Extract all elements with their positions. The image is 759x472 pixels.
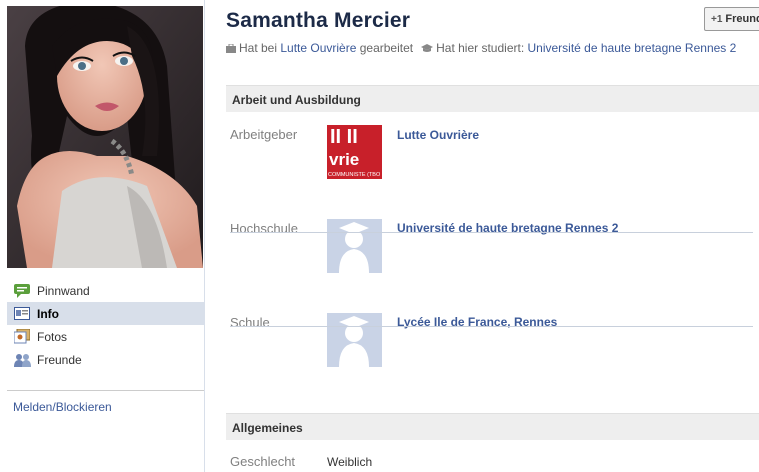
main-content: Samantha Mercier +1 Freund Hat bei Lutte…: [205, 0, 759, 472]
sidebar-item-label: Info: [37, 306, 59, 321]
add-friend-icon: +1: [711, 13, 723, 25]
friends-icon: [13, 352, 31, 368]
section-header-general: Allgemeines: [226, 413, 759, 440]
photos-icon: [13, 329, 31, 345]
study-prefix: Hat hier studiert:: [436, 41, 528, 55]
profile-photo-illustration: [7, 6, 203, 268]
employer-link[interactable]: Lutte Ouvrière: [397, 128, 479, 142]
sidebar-item-label: Fotos: [37, 329, 68, 344]
work-suffix: gearbeitet: [356, 41, 414, 55]
profile-summary: Hat bei Lutte Ouvrière gearbeitet Hat hi…: [226, 40, 759, 57]
svg-text:II II: II II: [330, 126, 358, 148]
left-column: Pinnwand Info Fotos Freunde Melden/Block…: [0, 0, 205, 472]
graduation-placeholder-icon: [327, 313, 382, 367]
sidebar-item-friends[interactable]: Freunde: [7, 348, 204, 371]
sidebar-item-photos[interactable]: Fotos: [7, 325, 204, 348]
svg-text:COMMUNISTE (TBO: COMMUNISTE (TBO: [328, 172, 381, 178]
work-prefix: Hat bei: [239, 41, 281, 55]
study-place-link[interactable]: Université de haute bretagne Rennes 2: [528, 41, 737, 55]
profile-name: Samantha Mercier: [226, 9, 411, 32]
sidebar-item-wall[interactable]: Pinnwand: [7, 279, 204, 302]
row-divider: [230, 232, 753, 233]
graduation-cap-icon: [421, 41, 434, 57]
employer-label: Arbeitgeber: [230, 127, 298, 142]
college-placeholder-image[interactable]: [327, 219, 382, 273]
row-divider: [230, 326, 753, 327]
sidebar-item-info[interactable]: Info: [7, 302, 204, 325]
sidebar-item-label: Freunde: [37, 352, 82, 367]
work-place-link[interactable]: Lutte Ouvrière: [280, 41, 356, 55]
graduation-placeholder-icon: [327, 219, 382, 273]
info-icon: [13, 306, 31, 322]
sidebar-divider: [7, 390, 204, 391]
wall-icon: [13, 283, 31, 299]
school-placeholder-image[interactable]: [327, 313, 382, 367]
add-friend-button[interactable]: +1 Freund: [704, 7, 759, 31]
add-friend-label: Freund: [725, 13, 759, 25]
college-label: Hochschule: [230, 221, 298, 236]
sidebar-nav: Pinnwand Info Fotos Freunde: [7, 279, 204, 371]
svg-text:vrie: vrie: [329, 150, 359, 169]
section-header-work-education: Arbeit und Ausbildung: [226, 85, 759, 112]
profile-picture[interactable]: [7, 6, 203, 268]
briefcase-icon: [226, 41, 236, 57]
school-label: Schule: [230, 315, 270, 330]
employer-logo[interactable]: II II vrie COMMUNISTE (TBO: [327, 125, 382, 179]
sidebar-item-label: Pinnwand: [37, 283, 90, 298]
gender-value: Weiblich: [327, 455, 373, 469]
report-block-link[interactable]: Melden/Blockieren: [13, 400, 112, 414]
gender-label: Geschlecht: [230, 454, 296, 469]
